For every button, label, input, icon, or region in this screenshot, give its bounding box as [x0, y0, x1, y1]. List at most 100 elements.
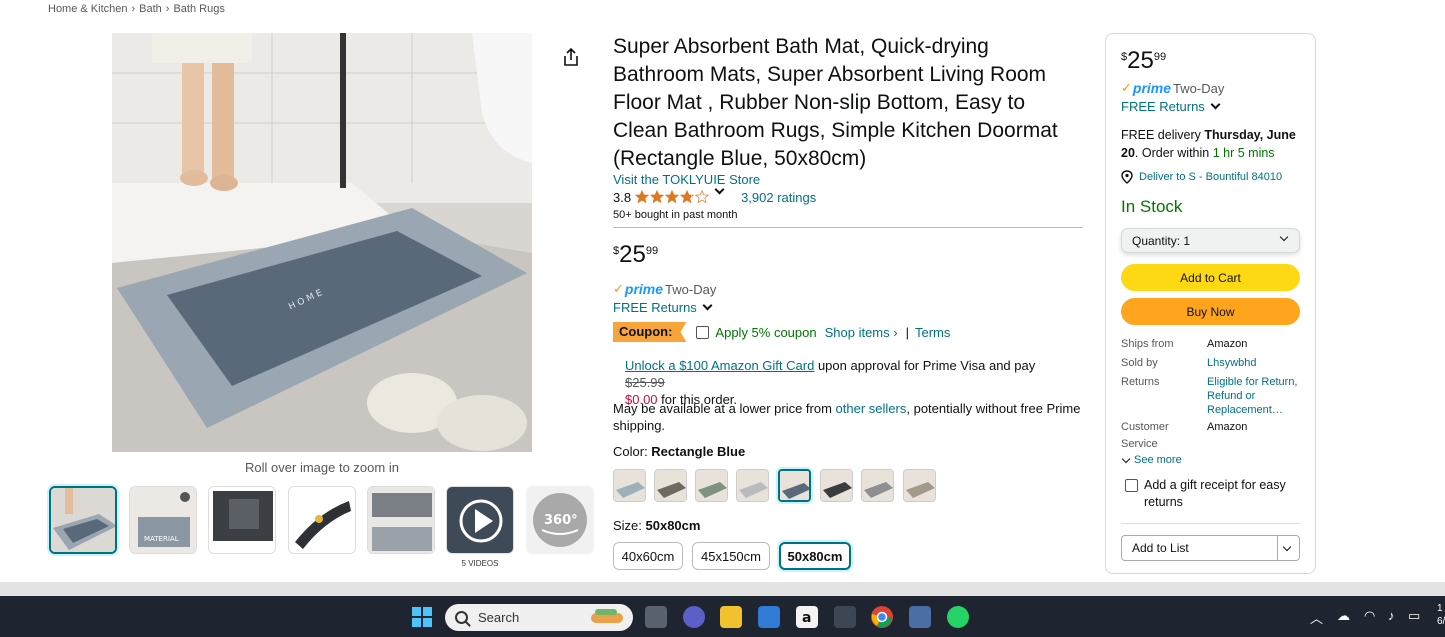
coupon-checkbox[interactable]: [696, 325, 710, 339]
teams-icon[interactable]: [683, 606, 705, 628]
chevron-down-icon: [1282, 542, 1292, 552]
store-icon[interactable]: [758, 606, 780, 628]
stock-status: In Stock: [1121, 197, 1183, 216]
breadcrumb: Home & Kitchen › Bath › Bath Rugs: [48, 3, 225, 15]
add-to-list-button[interactable]: Add to List: [1122, 541, 1277, 555]
prime-check-icon: ✓: [613, 281, 624, 296]
color-swatch[interactable]: [695, 469, 728, 502]
chevron-down-icon: [702, 300, 713, 311]
svg-text:a: a: [802, 610, 811, 626]
buybox-prime-badge: ✓ prime Two-Day: [1121, 80, 1225, 96]
tray-chevron-up-icon[interactable]: ︿: [1310, 608, 1323, 627]
task-view-icon[interactable]: [645, 606, 667, 628]
gift-receipt-checkbox[interactable]: [1125, 479, 1138, 492]
color-swatch[interactable]: [736, 469, 769, 502]
seller-link[interactable]: Lhsywbhd: [1207, 355, 1301, 372]
360-text: 360°: [544, 513, 578, 528]
rating-stars[interactable]: [635, 184, 725, 204]
coupon-badge: Coupon:: [613, 322, 687, 342]
delivery-info: FREE delivery Thursday, June 20. Order w…: [1121, 128, 1296, 160]
chevron-down-icon: [1121, 454, 1131, 463]
terms-link[interactable]: Terms: [915, 325, 950, 340]
breadcrumb-bath-rugs[interactable]: Bath Rugs: [173, 3, 224, 15]
breadcrumb-bath[interactable]: Bath: [139, 3, 162, 15]
wifi-icon[interactable]: ◠: [1364, 608, 1375, 624]
breadcrumb-home-kitchen[interactable]: Home & Kitchen: [48, 3, 127, 15]
buybox-price: $25 99: [1121, 47, 1167, 74]
thumbnail-3[interactable]: [208, 486, 276, 554]
coupon-row: Coupon: Apply 5% coupon Shop items › | T…: [613, 322, 950, 342]
color-label: Color: Rectangle Blue: [613, 444, 746, 459]
chrome-icon[interactable]: [871, 606, 893, 628]
info-row-returns: Returns Eligible for Return, Refund or Re…: [1121, 374, 1301, 417]
gift-receipt-option: Add a gift receipt for easy returns: [1121, 477, 1301, 511]
divider: [613, 227, 1083, 228]
prime-badge: ✓ prime Two-Day: [613, 281, 717, 297]
free-returns-link[interactable]: FREE Returns: [613, 300, 713, 315]
product-price: $25 99: [613, 241, 659, 268]
color-swatch-selected[interactable]: [778, 469, 811, 502]
prime-check-icon: ✓: [1121, 80, 1132, 95]
lower-price-note: May be available at a lower price from o…: [613, 401, 1081, 433]
video-thumbnail[interactable]: [446, 486, 514, 554]
coupon-separator: |: [905, 324, 909, 340]
store-link[interactable]: Visit the TOKLYUIE Store: [613, 172, 760, 187]
color-swatch[interactable]: [613, 469, 646, 502]
thumbnail-2[interactable]: MATERIAL: [129, 486, 197, 554]
share-icon[interactable]: [560, 46, 582, 68]
star-icon: [665, 190, 680, 204]
thumbnail-4[interactable]: [288, 486, 356, 554]
whatsapp-icon[interactable]: [947, 606, 969, 628]
add-to-cart-button[interactable]: Add to Cart: [1121, 264, 1300, 291]
rating-row: 3.8 3,902 ratings: [613, 184, 816, 205]
buybox-free-returns-link[interactable]: FREE Returns: [1121, 99, 1221, 114]
color-swatch[interactable]: [903, 469, 936, 502]
info-row-sold-by: Sold by Lhsywbhd: [1121, 355, 1301, 372]
star-icon: [650, 190, 665, 204]
cloud-icon[interactable]: ☁: [1337, 608, 1350, 624]
taskbar-clock[interactable]: 1 6/: [1437, 602, 1445, 628]
half-star-icon: [680, 190, 695, 204]
other-sellers-link[interactable]: other sellers: [836, 401, 907, 416]
size-option-40x60[interactable]: 40x60cm: [613, 542, 683, 570]
add-to-list-dropdown[interactable]: [1277, 536, 1299, 560]
color-swatch[interactable]: [654, 469, 687, 502]
ratings-count-link[interactable]: 3,902 ratings: [741, 190, 816, 205]
thumbnail-5[interactable]: [367, 486, 435, 554]
size-label: Size: 50x80cm: [613, 518, 701, 533]
see-more-link[interactable]: See more: [1121, 454, 1182, 466]
calculator-icon[interactable]: [909, 606, 931, 628]
videos-label: 5 VIDEOS: [461, 559, 499, 568]
gift-card-link[interactable]: Unlock a $100 Amazon Gift Card: [625, 358, 814, 373]
shopping-bag-icon[interactable]: [834, 606, 856, 628]
apply-coupon-label[interactable]: Apply 5% coupon: [715, 325, 816, 340]
info-row-customer-service: Customer Service Amazon: [1121, 421, 1248, 450]
size-option-50x80[interactable]: 50x80cm: [779, 542, 851, 570]
file-explorer-icon[interactable]: [720, 606, 742, 628]
chevron-down-icon: [1210, 99, 1221, 110]
size-option-45x150[interactable]: 45x150cm: [692, 542, 770, 570]
thumbnail-1[interactable]: [49, 486, 117, 554]
location-pin-icon: [1121, 170, 1133, 184]
windows-start-icon[interactable]: [411, 606, 433, 628]
color-swatch[interactable]: [861, 469, 894, 502]
rating-value: 3.8: [613, 189, 632, 205]
search-highlight-icon: [591, 609, 623, 623]
battery-icon[interactable]: ▭: [1408, 608, 1420, 624]
add-to-list-control: Add to List: [1121, 535, 1300, 561]
shop-items-link[interactable]: Shop items ›: [825, 325, 898, 340]
volume-icon[interactable]: ♪: [1388, 608, 1395, 623]
bought-past-month: 50+ bought in past month: [613, 209, 738, 221]
quantity-select[interactable]: Quantity: 1: [1121, 228, 1300, 253]
info-row-ships-from: Ships from Amazon: [1121, 338, 1248, 350]
amazon-app-icon[interactable]: a: [796, 606, 818, 628]
divider: [1121, 523, 1300, 524]
buy-now-button[interactable]: Buy Now: [1121, 298, 1300, 325]
color-swatch[interactable]: [820, 469, 853, 502]
main-product-image[interactable]: H O M E: [112, 33, 532, 452]
taskbar-search[interactable]: Search: [445, 604, 633, 631]
chevron-down-icon: [1279, 232, 1289, 242]
deliver-to-link[interactable]: Deliver to S - Bountiful 84010: [1121, 170, 1282, 184]
returns-link[interactable]: Eligible for Return, Refund or Replaceme…: [1207, 374, 1301, 417]
view-360-thumbnail[interactable]: 360°: [526, 486, 594, 554]
